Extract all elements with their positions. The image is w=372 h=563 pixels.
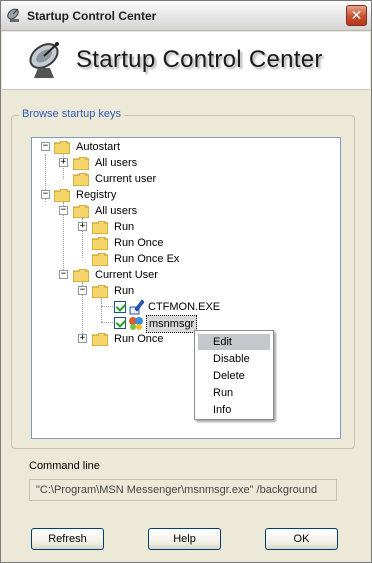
- collapse-icon[interactable]: −: [59, 206, 68, 215]
- folder-icon: [92, 221, 108, 234]
- tree-node-registry[interactable]: − Registry: [32, 187, 332, 203]
- tree-node-registry-current-user[interactable]: − Current User: [32, 267, 332, 283]
- folder-icon: [92, 333, 108, 346]
- tree-label: Current user: [95, 173, 157, 185]
- satellite-dish-icon: [7, 8, 19, 22]
- tree-node-all-run-once[interactable]: Run Once: [32, 235, 332, 251]
- menu-item-run[interactable]: Run: [198, 385, 270, 401]
- tree-node-cu-run-once[interactable]: + Run Once: [32, 331, 332, 347]
- refresh-button[interactable]: Refresh: [31, 528, 104, 550]
- expand-icon[interactable]: +: [78, 222, 87, 231]
- menu-item-disable[interactable]: Disable: [198, 351, 270, 367]
- menu-item-edit[interactable]: Edit: [198, 334, 270, 350]
- tree-label: Run: [114, 221, 135, 233]
- collapse-icon[interactable]: −: [41, 190, 50, 199]
- folder-icon: [73, 269, 89, 282]
- ok-button[interactable]: OK: [265, 528, 338, 550]
- tree-node-autostart-current-user[interactable]: Current user: [32, 171, 332, 187]
- window-title: Startup Control Center: [27, 9, 157, 23]
- tree-label: Current User: [95, 269, 158, 281]
- tree-label: All users: [95, 157, 138, 169]
- close-button[interactable]: ✕: [346, 5, 367, 26]
- tree-node-registry-all-users[interactable]: − All users: [32, 203, 332, 219]
- collapse-icon[interactable]: −: [41, 142, 50, 151]
- enabled-checkbox[interactable]: [114, 317, 126, 329]
- tree-node-msnmsgr[interactable]: msnmsgr: [32, 315, 332, 333]
- tree-label: Run Once: [114, 237, 164, 249]
- tree-label: Run Once Ex: [114, 253, 180, 265]
- tree-label: CTFMON.EXE: [148, 301, 221, 313]
- help-button[interactable]: Help: [148, 528, 221, 550]
- tree-node-autostart[interactable]: − Autostart: [32, 139, 332, 155]
- msn-butterfly-icon: [129, 317, 143, 330]
- tree-node-all-run[interactable]: + Run: [32, 219, 332, 235]
- folder-icon: [92, 285, 108, 298]
- folder-icon: [92, 253, 108, 266]
- tree-node-ctfmon[interactable]: CTFMON.EXE: [32, 299, 332, 315]
- tree-label: Run: [114, 285, 135, 297]
- folder-icon: [54, 189, 70, 202]
- folder-icon: [54, 141, 70, 154]
- enabled-checkbox[interactable]: [114, 301, 126, 313]
- app-window: Startup Control Center ✕ Startup Control…: [0, 0, 372, 563]
- folder-icon: [73, 173, 89, 186]
- title-bar[interactable]: Startup Control Center ✕: [1, 1, 371, 31]
- tree-label: Autostart: [76, 141, 121, 153]
- satellite-dish-icon: [29, 42, 59, 78]
- pen-icon: [129, 299, 144, 315]
- folder-icon: [73, 205, 89, 218]
- tree-node-all-run-once-ex[interactable]: Run Once Ex: [32, 251, 332, 267]
- context-menu: Edit Disable Delete Run Info: [194, 330, 274, 420]
- command-line-label: Command line: [29, 460, 100, 472]
- expand-icon[interactable]: +: [78, 334, 87, 343]
- tree-label: Registry: [76, 189, 117, 201]
- collapse-icon[interactable]: −: [59, 270, 68, 279]
- collapse-icon[interactable]: −: [78, 286, 87, 295]
- banner-title: Startup Control Center: [76, 46, 323, 73]
- folder-icon: [92, 237, 108, 250]
- browse-group-label: Browse startup keys: [19, 108, 125, 120]
- menu-item-delete[interactable]: Delete: [198, 368, 270, 384]
- command-line-field[interactable]: "C:\Program\MSN Messenger\msnmsgr.exe" /…: [29, 479, 337, 501]
- tree-label: Run Once: [114, 333, 164, 345]
- tree-node-cu-run[interactable]: − Run: [32, 283, 332, 299]
- tree-label: All users: [95, 205, 138, 217]
- tree-node-autostart-all-users[interactable]: + All users: [32, 155, 332, 171]
- folder-icon: [73, 157, 89, 170]
- banner: Startup Control Center: [2, 32, 370, 90]
- menu-item-info[interactable]: Info: [198, 402, 270, 418]
- startup-keys-tree[interactable]: − Autostart + All users Current user − R…: [31, 137, 341, 439]
- expand-icon[interactable]: +: [59, 158, 68, 167]
